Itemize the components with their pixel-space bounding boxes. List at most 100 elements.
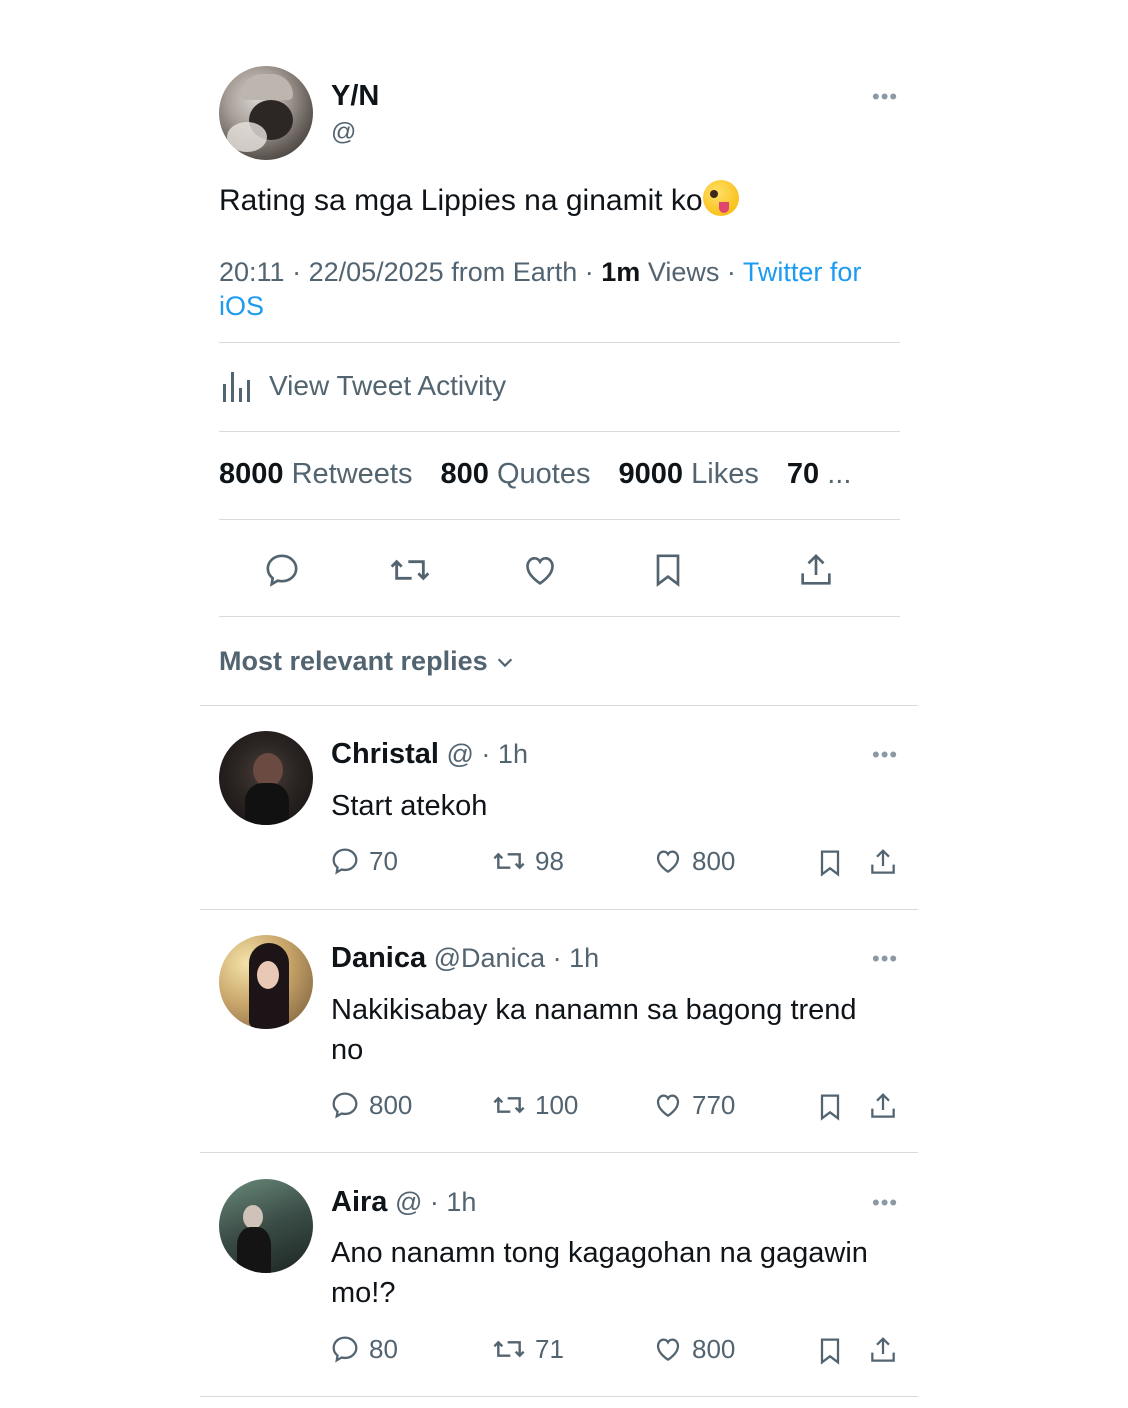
share-button[interactable] — [794, 548, 838, 592]
bookmarks-stat[interactable]: 70 ... — [787, 458, 852, 490]
tweet-location: from Earth — [451, 257, 578, 287]
views-label: Views — [647, 257, 720, 287]
reply-author-handle[interactable]: @Danica — [434, 943, 545, 973]
share-icon — [801, 553, 831, 585]
retweet-icon — [493, 1340, 525, 1358]
retweet-count-button[interactable]: 98 — [491, 845, 564, 877]
more-icon[interactable]: ••• — [872, 86, 898, 108]
retweets-stat[interactable]: 8000 Retweets — [219, 458, 412, 490]
likes-stat[interactable]: 9000 Likes — [619, 458, 759, 490]
bookmark-button[interactable] — [813, 1090, 847, 1124]
reply-count-button[interactable]: 70 — [329, 845, 398, 877]
avatar[interactable] — [219, 1179, 313, 1273]
chevron-down-icon — [497, 657, 512, 667]
view-tweet-activity-button[interactable]: View Tweet Activity — [219, 368, 506, 404]
reply-author-handle[interactable]: @ — [447, 739, 474, 769]
views-count: 1m — [601, 257, 641, 287]
reply-count-button[interactable]: 800 — [329, 1089, 412, 1121]
tweet-meta: 20:11 · 22/05/2025 from Earth · 1m Views… — [219, 257, 862, 321]
reply-header: Danica @Danica · 1h — [331, 942, 600, 974]
tweet-source-link[interactable]: Twitter for — [743, 257, 862, 287]
share-icon — [871, 1093, 895, 1118]
reply-icon — [332, 1336, 358, 1363]
reply-time: 1h — [569, 943, 600, 973]
divider — [200, 1152, 918, 1153]
reply-count: 800 — [369, 1089, 413, 1120]
reply-text: Nakikisabay ka nanamn sa bagong trend no — [331, 994, 857, 1066]
like-button[interactable] — [518, 548, 562, 592]
bookmark-icon — [820, 1094, 840, 1121]
like-icon — [526, 556, 554, 585]
share-button[interactable] — [866, 1333, 900, 1367]
retweet-icon — [390, 559, 430, 581]
bookmark-button[interactable] — [813, 846, 847, 880]
engagement-stats: 8000 Retweets 800 Quotes 9000 Likes 70 .… — [219, 458, 871, 491]
like-count-button[interactable]: 770 — [652, 1089, 735, 1121]
reply-header: Aira @ · 1h — [331, 1186, 477, 1218]
more-icon[interactable]: ••• — [872, 744, 898, 766]
activity-label: View Tweet Activity — [269, 370, 507, 401]
reply-author-name[interactable]: Danica — [331, 942, 426, 974]
divider — [200, 705, 918, 706]
quotes-stat[interactable]: 800 Quotes — [441, 458, 591, 490]
author-name[interactable]: Y/N — [331, 80, 379, 113]
zany-face-emoji-icon — [702, 180, 739, 216]
replies-sort-label: Most relevant replies — [219, 646, 488, 676]
author-avatar[interactable] — [219, 66, 313, 160]
like-icon — [656, 1094, 680, 1117]
reply-count: 80 — [369, 1333, 398, 1364]
retweet-icon — [493, 1096, 525, 1114]
bookmark-button[interactable] — [646, 548, 690, 592]
reply-icon — [332, 1092, 358, 1119]
divider — [219, 431, 900, 432]
retweet-count: 71 — [535, 1333, 564, 1364]
like-count-button[interactable]: 800 — [652, 1333, 735, 1365]
bookmark-button[interactable] — [813, 1334, 847, 1368]
retweet-icon — [493, 852, 525, 870]
reply-author-name[interactable]: Aira — [331, 1186, 387, 1218]
reply-count: 70 — [369, 845, 398, 876]
tweet-date: 22/05/2025 — [308, 257, 444, 287]
reply-author-handle[interactable]: @ — [395, 1187, 422, 1217]
reply-button[interactable] — [260, 548, 304, 592]
reply-count-button[interactable]: 80 — [329, 1333, 398, 1365]
retweet-count: 98 — [535, 845, 564, 876]
tweet-detail-page: Y/N @ ••• Rating sa mga Lippies na ginam… — [0, 0, 1128, 1408]
replies-sort-dropdown[interactable]: Most relevant replies — [219, 646, 516, 677]
share-icon — [871, 1337, 895, 1362]
share-button[interactable] — [866, 1089, 900, 1123]
like-icon — [656, 850, 680, 873]
divider — [219, 342, 900, 343]
reply-icon — [266, 554, 298, 587]
reply-time: 1h — [446, 1187, 477, 1217]
like-count-button[interactable]: 800 — [652, 845, 735, 877]
reply-icon — [332, 848, 358, 875]
avatar[interactable] — [219, 731, 313, 825]
retweet-button[interactable] — [388, 548, 432, 592]
like-count: 800 — [692, 1333, 736, 1364]
divider — [219, 519, 900, 520]
retweet-count: 100 — [535, 1089, 579, 1120]
like-count: 770 — [692, 1089, 736, 1120]
more-icon[interactable]: ••• — [872, 948, 898, 970]
reply-header: Christal @ · 1h — [331, 738, 528, 770]
tweet-time: 20:11 — [219, 257, 285, 287]
tweet-source-link-cont[interactable]: iOS — [219, 291, 264, 321]
bookmark-icon — [820, 850, 840, 877]
bookmark-icon — [656, 554, 680, 587]
tweet-text: Rating sa mga Lippies na ginamit ko — [219, 180, 739, 218]
share-icon — [871, 849, 895, 874]
like-icon — [656, 1338, 680, 1361]
reply-time: 1h — [497, 739, 528, 769]
avatar[interactable] — [219, 935, 313, 1029]
share-button[interactable] — [866, 845, 900, 879]
divider — [200, 1396, 918, 1397]
activity-chart-icon — [223, 372, 250, 402]
more-icon[interactable]: ••• — [872, 1192, 898, 1214]
divider — [200, 909, 918, 910]
bookmark-icon — [820, 1338, 840, 1365]
retweet-count-button[interactable]: 71 — [491, 1333, 564, 1365]
retweet-count-button[interactable]: 100 — [491, 1089, 578, 1121]
reply-author-name[interactable]: Christal — [331, 738, 439, 770]
author-handle[interactable]: @ — [331, 118, 356, 147]
